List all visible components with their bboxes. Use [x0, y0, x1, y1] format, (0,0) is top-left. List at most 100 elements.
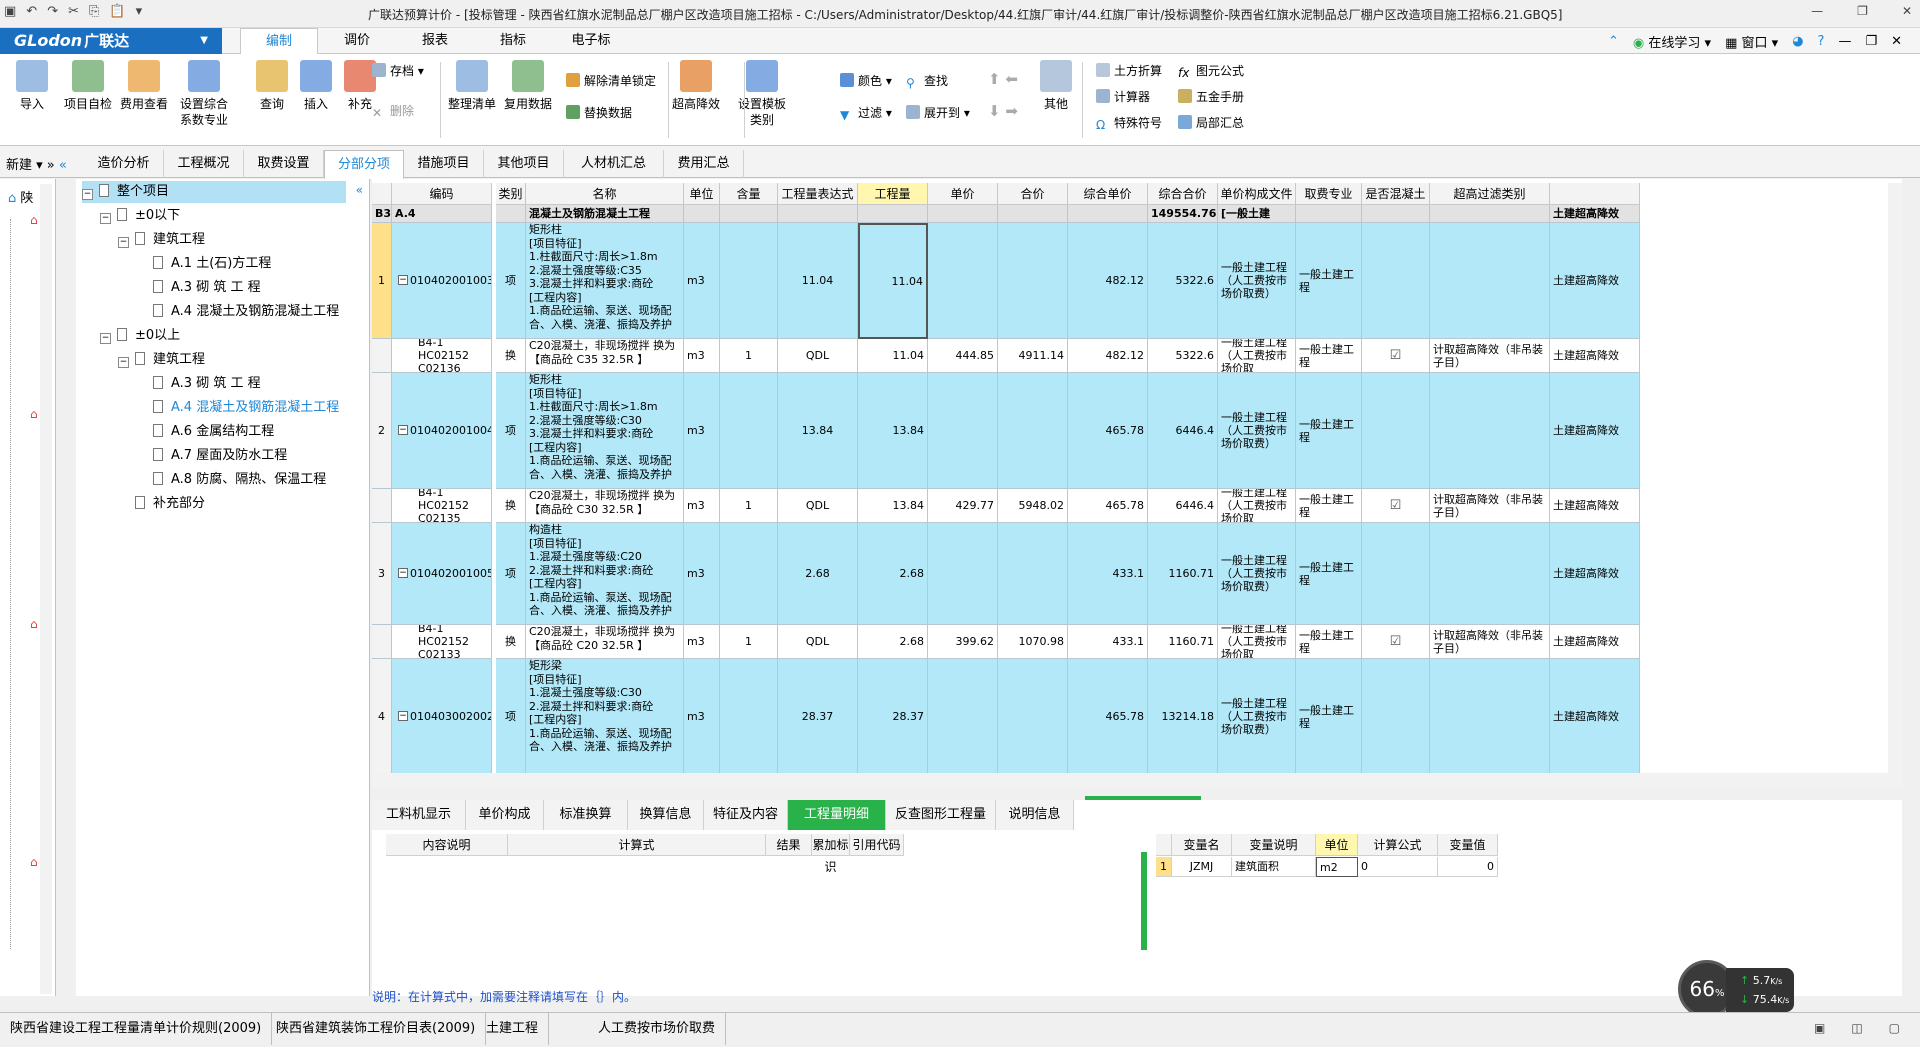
- detail-tab[interactable]: 单价构成: [466, 800, 544, 830]
- tree-item[interactable]: A.4 混凝土及钢筋混凝土工程: [136, 301, 339, 323]
- tree-item[interactable]: − ±0以上: [100, 325, 180, 347]
- grid-header[interactable]: 超高过滤类别: [1430, 183, 1550, 205]
- ribbon-button[interactable]: 复用数据: [500, 58, 556, 112]
- expand-to-button[interactable]: 展开到 ▾: [906, 102, 970, 124]
- replace-data-button[interactable]: 替换数据: [566, 102, 632, 124]
- tree-item[interactable]: A.4 混凝土及钢筋混凝土工程: [136, 397, 339, 419]
- quantity[interactable]: 11.04: [858, 223, 928, 339]
- layout-icon[interactable]: ▣: [1814, 1021, 1825, 1035]
- grid-header[interactable]: 单位: [684, 183, 720, 205]
- tree-item[interactable]: A.1 土(石)方工程: [136, 253, 271, 275]
- copy-icon[interactable]: ⎘: [89, 4, 99, 19]
- ribbon-button[interactable]: 导入: [4, 58, 60, 112]
- menu-tab[interactable]: 报表: [396, 28, 474, 54]
- grid-header[interactable]: 名称: [526, 183, 684, 205]
- collapse-left-icon[interactable]: «: [59, 158, 67, 173]
- partial-summary-button[interactable]: 局部汇总: [1178, 112, 1244, 134]
- inner-restore-icon[interactable]: ❐: [1865, 34, 1877, 49]
- node-icon[interactable]: ⌂: [30, 213, 38, 227]
- grid-header[interactable]: 工程量: [858, 183, 928, 205]
- window-menu[interactable]: ▦ 窗口 ▾: [1725, 32, 1778, 51]
- concrete-checkbox[interactable]: ☑: [1362, 625, 1430, 659]
- brand-menu[interactable]: GLodon 广联达 ▼: [0, 28, 222, 54]
- move-up-icon[interactable]: ⬆ ⬅: [988, 68, 1018, 90]
- ribbon-button[interactable]: 设置模板 类别: [734, 58, 790, 128]
- new-button[interactable]: 新建 ▾ » «: [6, 154, 67, 173]
- save-icon[interactable]: ▣: [4, 4, 16, 19]
- filter-button[interactable]: ▼ 过滤 ▾: [840, 102, 892, 124]
- online-learning[interactable]: ◉ 在线学习 ▾: [1633, 32, 1711, 51]
- collapse-icon[interactable]: −: [100, 333, 111, 344]
- grid-header[interactable]: 类别: [496, 183, 526, 205]
- grid-header[interactable]: 取费专业: [1296, 183, 1362, 205]
- close-icon[interactable]: ✕: [1902, 4, 1912, 18]
- page-tab[interactable]: 分部分项: [324, 150, 404, 179]
- collapse-tree-icon[interactable]: «: [356, 183, 363, 197]
- tree-item[interactable]: 补充部分: [118, 493, 205, 515]
- tree-item[interactable]: A.3 砌 筑 工 程: [136, 277, 261, 299]
- qty-expression[interactable]: QDL: [778, 489, 858, 523]
- tree-item[interactable]: − 建筑工程: [118, 229, 205, 251]
- menu-tab[interactable]: 调价: [318, 28, 396, 54]
- variable-cell[interactable]: 0: [1358, 857, 1438, 877]
- ribbon-button[interactable]: 超高降效: [668, 58, 724, 112]
- qty-expression[interactable]: 11.04: [778, 223, 858, 339]
- node-icon[interactable]: ⌂: [30, 855, 38, 869]
- splitter-handle[interactable]: [1085, 796, 1201, 800]
- ribbon-button[interactable]: 其他: [1028, 58, 1084, 112]
- variable-cell[interactable]: JZMJ: [1172, 857, 1232, 877]
- qty-expression[interactable]: QDL: [778, 625, 858, 659]
- variable-cell[interactable]: m2: [1316, 857, 1358, 877]
- special-symbol-button[interactable]: Ω 特殊符号: [1096, 112, 1162, 134]
- ribbon-button[interactable]: 费用查看: [116, 58, 172, 112]
- ribbon-button[interactable]: 整理清单: [444, 58, 500, 112]
- ribbon-button[interactable]: 项目自检: [60, 58, 116, 112]
- minimize-icon[interactable]: —: [1811, 4, 1823, 18]
- grid-header[interactable]: 合价: [998, 183, 1068, 205]
- grid-header[interactable]: 单价构成文件: [1218, 183, 1296, 205]
- tree-item[interactable]: A.7 屋面及防水工程: [136, 445, 287, 467]
- qty-expression[interactable]: QDL: [778, 339, 858, 373]
- collapse-icon[interactable]: −: [398, 568, 408, 578]
- detail-tab[interactable]: 换算信息: [628, 800, 704, 830]
- node-icon[interactable]: ⌂: [30, 617, 38, 631]
- move-down-icon[interactable]: ⬇ ➡: [988, 100, 1018, 122]
- earthwork-conversion-button[interactable]: 土方折算: [1096, 60, 1162, 82]
- network-speed-widget[interactable]: 66% ↑ 5.7K/s ↓ 75.4K/s: [1678, 960, 1798, 1020]
- page-tab[interactable]: 造价分析: [84, 150, 164, 178]
- unlock-list-button[interactable]: 解除清单锁定: [566, 70, 656, 92]
- paste-icon[interactable]: 📋: [109, 4, 125, 19]
- inner-close-icon[interactable]: ✕: [1891, 34, 1902, 49]
- page-tab[interactable]: 人材机汇总: [564, 150, 664, 178]
- hardware-manual-button[interactable]: 五金手册: [1178, 86, 1244, 108]
- delete-button[interactable]: ✕ 删除: [372, 100, 414, 122]
- element-formula-button[interactable]: fx 图元公式: [1178, 60, 1244, 82]
- undo-icon[interactable]: ↶: [26, 4, 37, 19]
- project-strip-header[interactable]: ⌂ 陕: [8, 187, 33, 206]
- grid-header[interactable]: 含量: [720, 183, 778, 205]
- redo-icon[interactable]: ↷: [47, 4, 58, 19]
- node-icon[interactable]: ⌂: [30, 407, 38, 421]
- menu-tab[interactable]: 电子标: [552, 28, 630, 54]
- detail-tab[interactable]: 工程量明细: [788, 800, 886, 830]
- detail-tab[interactable]: 工料机显示: [372, 800, 466, 830]
- find-button[interactable]: ⚲ 查找: [906, 70, 948, 92]
- qty-expression[interactable]: 13.84: [778, 373, 858, 489]
- help-icon[interactable]: ?: [1818, 34, 1825, 49]
- detail-tab[interactable]: 反查图形工程量: [886, 800, 996, 830]
- customize-icon[interactable]: ▾: [136, 4, 143, 19]
- grid-header[interactable]: 综合合价: [1148, 183, 1218, 205]
- collapse-icon[interactable]: −: [100, 213, 111, 224]
- grid-header[interactable]: 综合单价: [1068, 183, 1148, 205]
- panel-splitter[interactable]: [1141, 852, 1147, 950]
- grid-hscrollbar[interactable]: [372, 773, 1888, 787]
- collapse-ribbon-icon[interactable]: ⌃: [1608, 34, 1619, 49]
- inner-minimize-icon[interactable]: —: [1838, 34, 1851, 49]
- variable-cell[interactable]: 建筑面积: [1232, 857, 1316, 877]
- tree-item[interactable]: − ±0以下: [100, 205, 180, 227]
- split-icon[interactable]: ◫: [1851, 1021, 1862, 1035]
- grid-header[interactable]: 是否混凝土子目: [1362, 183, 1430, 223]
- fullscreen-icon[interactable]: ▢: [1889, 1021, 1900, 1035]
- grid-header[interactable]: 编码: [392, 183, 492, 205]
- tree-item[interactable]: A.8 防腐、隔热、保温工程: [136, 469, 326, 491]
